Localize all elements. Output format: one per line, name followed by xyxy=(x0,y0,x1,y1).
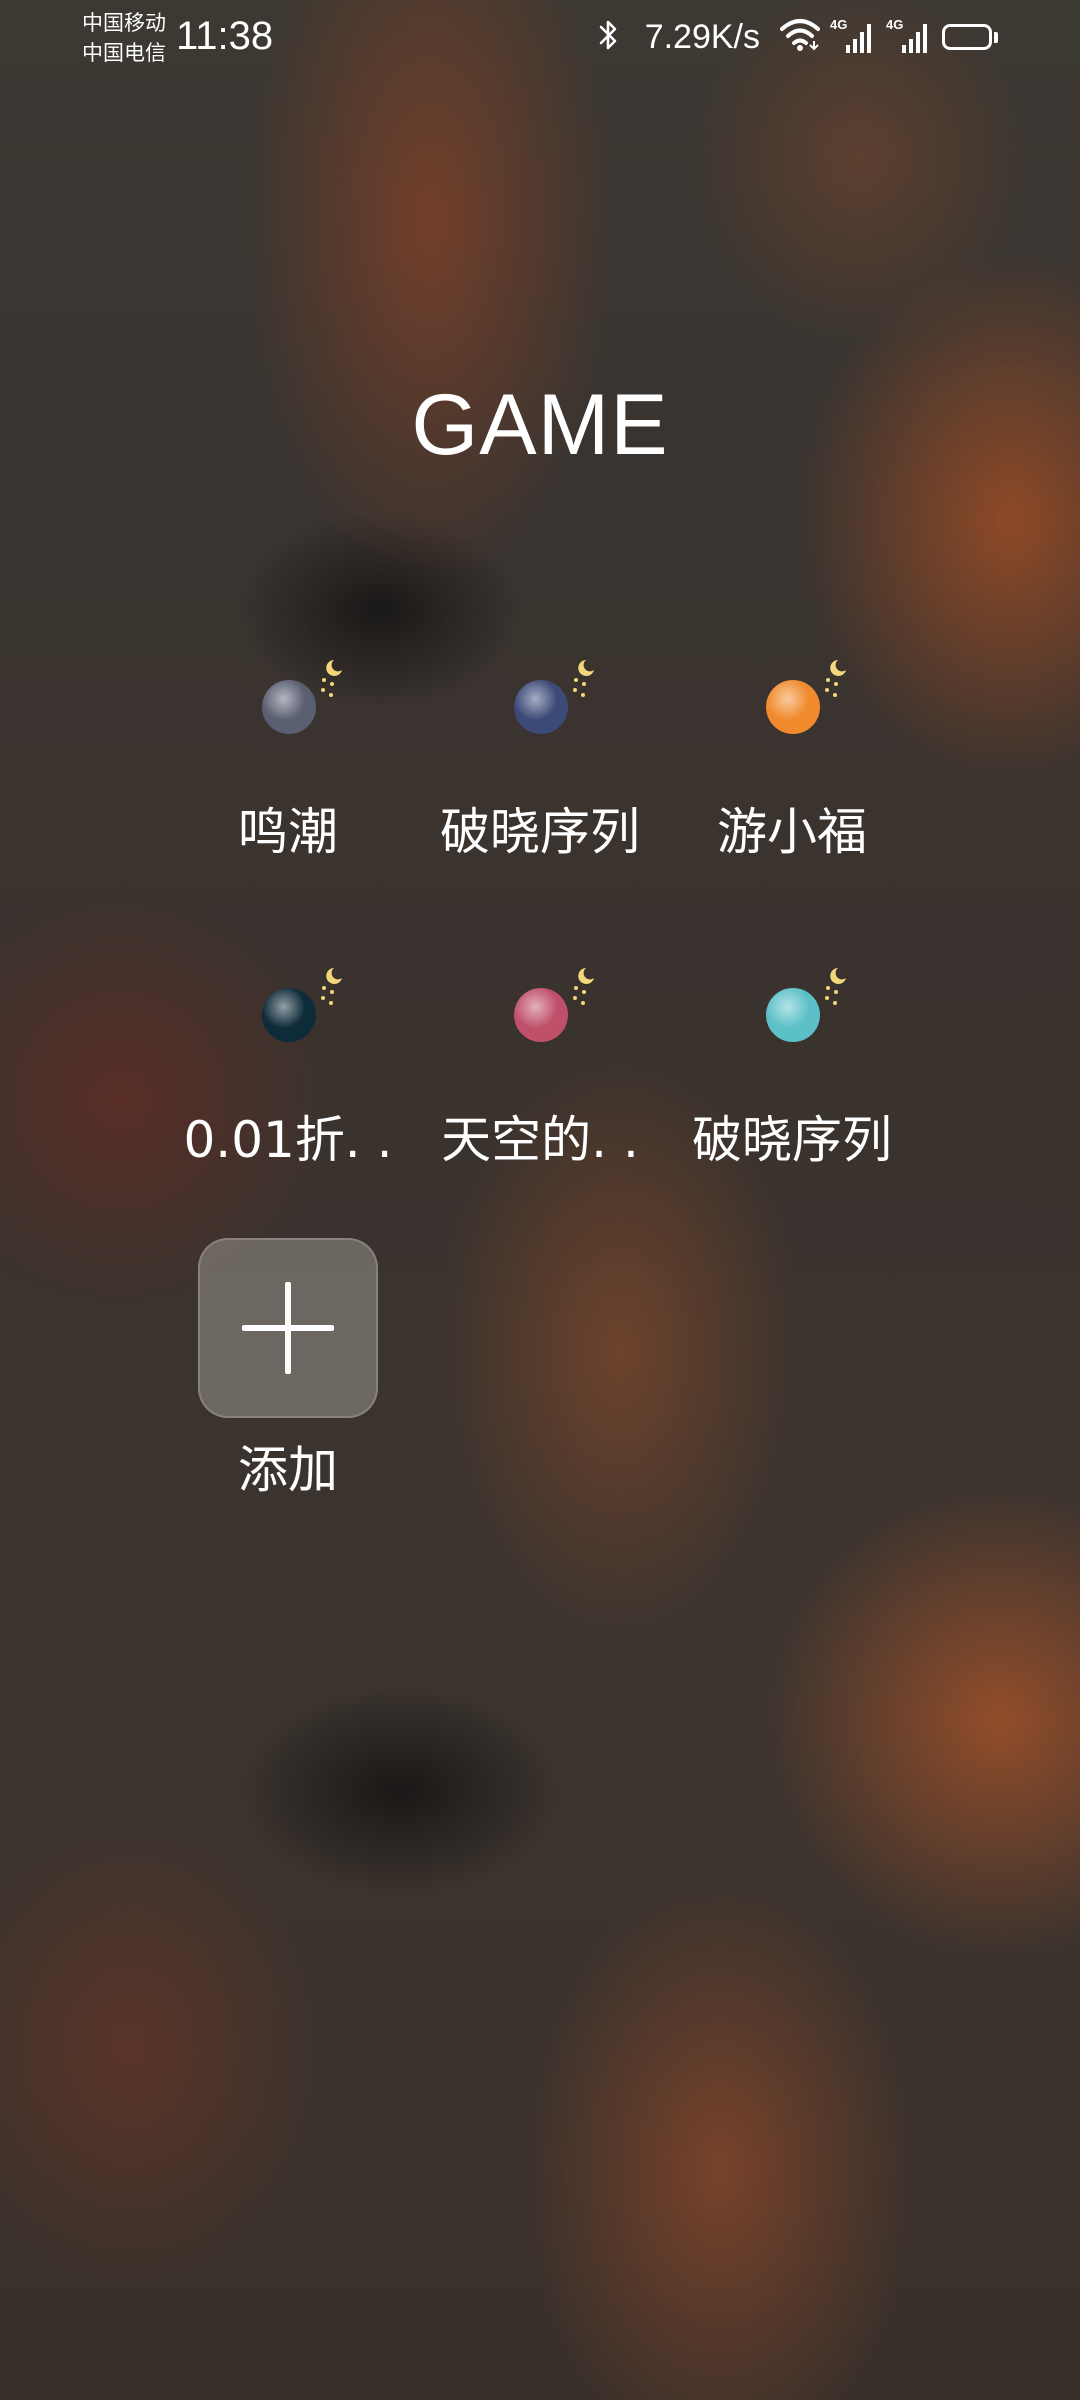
app-label: 破晓序列 xyxy=(692,1111,892,1169)
app-label: 游小福 xyxy=(717,803,867,861)
carrier-1-label: 中国移动 xyxy=(82,11,166,35)
wifi-icon xyxy=(780,17,820,57)
wuthering-waves-app-icon[interactable] xyxy=(262,680,316,734)
youxiaofu-app-icon[interactable] xyxy=(766,680,820,734)
app-tile[interactable]: 游小福 xyxy=(666,650,918,861)
sleep-moon-icon xyxy=(825,968,846,1005)
network-speed: 7.29K/s xyxy=(644,17,760,56)
folder-title[interactable]: GAME xyxy=(0,375,1080,475)
signal-type-label: 4G xyxy=(830,17,848,32)
tiankong-de-app-icon[interactable] xyxy=(514,988,568,1042)
zhe-001-app-icon[interactable] xyxy=(262,988,316,1042)
app-tile[interactable]: 鸣潮 xyxy=(162,650,414,861)
sleep-moon-icon xyxy=(825,660,846,697)
sleep-moon-icon xyxy=(321,660,342,697)
app-tile[interactable]: 0.01折. . xyxy=(162,958,414,1169)
sleep-moon-icon xyxy=(321,968,342,1005)
signal-icon: 4G xyxy=(886,17,932,55)
status-bar: 中国移动 中国电信 11:38 7.29K/s 4G 4G xyxy=(0,0,1080,72)
signal-type-label: 4G xyxy=(886,17,904,32)
app-tile[interactable]: 破晓序列 xyxy=(666,958,918,1169)
signal-icon: 4G xyxy=(830,17,876,55)
sleep-moon-icon xyxy=(573,968,594,1005)
carrier-info: 中国移动 中国电信 xyxy=(82,8,166,68)
app-tile[interactable]: 破晓序列 xyxy=(414,650,666,861)
add-app-button[interactable] xyxy=(198,1238,378,1418)
bluetooth-icon xyxy=(597,17,621,57)
add-app-label: 添加 xyxy=(238,1441,338,1499)
app-label: 0.01折. . xyxy=(183,1111,393,1169)
battery-icon xyxy=(942,24,998,50)
app-label: 鸣潮 xyxy=(238,803,338,861)
carrier-2-label: 中国电信 xyxy=(82,41,166,65)
app-label: 天空的. . xyxy=(441,1111,639,1169)
clock: 11:38 xyxy=(176,14,274,58)
poxiao-xulie-app-icon[interactable] xyxy=(514,680,568,734)
sleep-moon-icon xyxy=(573,660,594,697)
app-label: 破晓序列 xyxy=(440,803,640,861)
poxiao-xulie-2-app-icon[interactable] xyxy=(766,988,820,1042)
status-icons: 7.29K/s 4G 4G xyxy=(597,14,998,60)
app-tile[interactable]: 天空的. . xyxy=(414,958,666,1169)
